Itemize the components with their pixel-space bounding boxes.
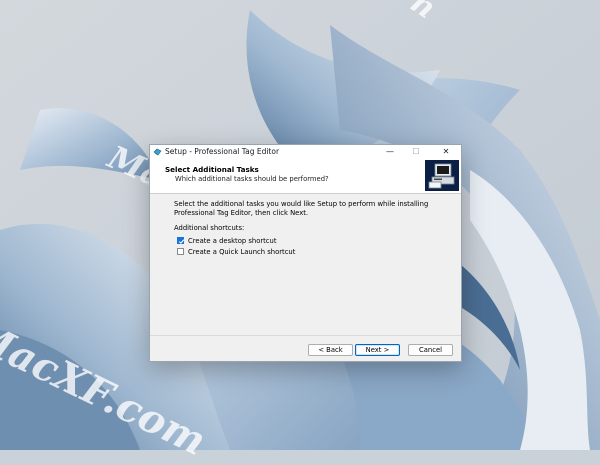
task-description: Select the additional tasks you would li… (174, 200, 429, 217)
page-subtitle: Which additional tasks should be perform… (175, 175, 329, 183)
setup-dialog: Setup - Professional Tag Editor — ☐ ✕ Se… (149, 144, 462, 362)
page-title: Select Additional Tasks (165, 165, 259, 174)
wizard-body: Select the additional tasks you would li… (150, 194, 461, 334)
additional-shortcuts-label: Additional shortcuts: (174, 224, 245, 232)
minimize-button[interactable]: — (377, 145, 403, 159)
title-bar[interactable]: Setup - Professional Tag Editor — ☐ ✕ (150, 145, 461, 159)
back-button[interactable]: < Back (308, 344, 353, 356)
window-title: Setup - Professional Tag Editor (165, 147, 280, 156)
maximize-button[interactable]: ☐ (403, 145, 429, 159)
desktop-shortcut-label: Create a desktop shortcut (188, 237, 277, 245)
wizard-header: Select Additional Tasks Which additional… (150, 159, 461, 194)
setup-icon (153, 148, 162, 156)
desktop-shortcut-checkbox[interactable] (177, 237, 185, 244)
installer-computer-icon (425, 160, 459, 191)
quick-launch-shortcut-label: Create a Quick Launch shortcut (188, 248, 296, 256)
close-button[interactable]: ✕ (433, 145, 459, 159)
next-button[interactable]: Next > (355, 344, 400, 356)
cancel-button[interactable]: Cancel (408, 344, 453, 356)
checkmark-icon (178, 239, 185, 244)
quick-launch-shortcut-checkbox[interactable] (177, 248, 184, 255)
footer-divider (150, 335, 461, 336)
